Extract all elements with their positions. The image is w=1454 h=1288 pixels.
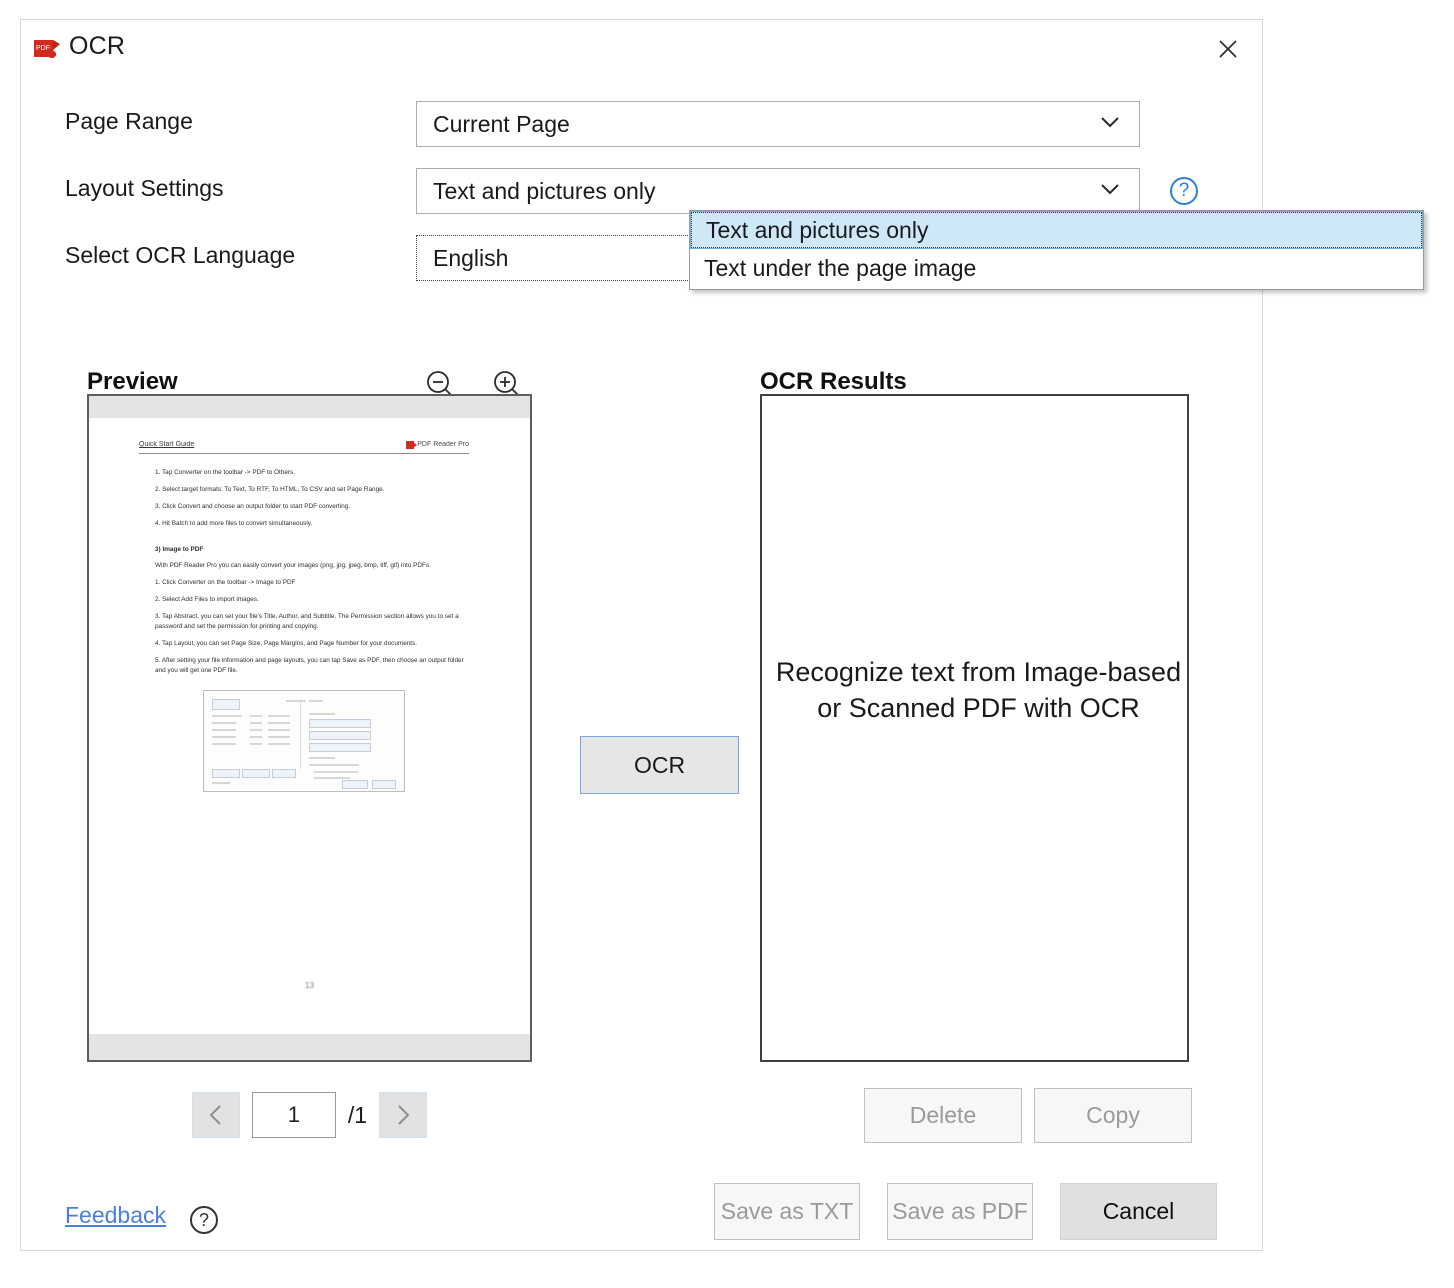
- ocr-dialog-window: PDF OCR Page Range Current Page Layout S…: [20, 19, 1263, 1251]
- page-range-dropdown[interactable]: Current Page: [416, 101, 1140, 147]
- mini-pdf-icon: [406, 441, 418, 450]
- doc-header-right-label: PDF Reader Pro: [417, 441, 469, 448]
- doc-header-right: PDF Reader Pro: [406, 440, 469, 451]
- chevron-left-icon: [209, 1105, 221, 1125]
- layout-settings-help-icon[interactable]: ?: [1170, 177, 1198, 205]
- previous-page-button[interactable]: [191, 1092, 240, 1138]
- row-page-range: Page Range Current Page: [21, 101, 1262, 147]
- doc-line: 1. Click Converter on the toolbar -> Ima…: [155, 579, 296, 587]
- save-as-pdf-button[interactable]: Save as PDF: [887, 1183, 1033, 1240]
- doc-line: 4. Tap Layout, you can set Page Size, Pa…: [155, 640, 418, 648]
- ocr-results-panel[interactable]: Recognize text from Image-based or Scann…: [760, 394, 1189, 1062]
- layout-settings-dropdown-list[interactable]: Text and pictures only Text under the pa…: [689, 210, 1424, 290]
- layout-settings-dropdown[interactable]: Text and pictures only: [416, 168, 1140, 214]
- preview-pager: 1 /1: [87, 1088, 532, 1142]
- preview-top-band: [89, 396, 530, 418]
- dialog-titlebar: PDF OCR: [21, 20, 1262, 76]
- doc-embedded-screenshot: [203, 689, 405, 792]
- doc-line: 2. Select target formats: To Text, To RT…: [155, 485, 385, 493]
- doc-header-left: Quick Start Guide: [139, 441, 195, 448]
- doc-line: 4. Hit Batch to add more files to conver…: [155, 519, 313, 527]
- page-total-label: /1: [347, 1101, 368, 1128]
- page-range-label: Page Range: [65, 108, 193, 134]
- doc-line: 3) Image to PDF: [155, 545, 204, 553]
- feedback-link[interactable]: Feedback: [65, 1202, 166, 1229]
- preview-bottom-band: [89, 1034, 530, 1060]
- dialog-title: OCR: [69, 32, 126, 60]
- svg-text:PDF: PDF: [36, 45, 50, 52]
- preview-page: Quick Start Guide PDF Reader Pro 1. Tap …: [89, 418, 530, 1034]
- row-layout-settings: Layout Settings Text and pictures only ?: [21, 168, 1262, 214]
- doc-line: 3. Click Convert and choose an output fo…: [155, 502, 351, 510]
- dropdown-option-text-and-pictures-only[interactable]: Text and pictures only: [690, 211, 1423, 249]
- copy-button[interactable]: Copy: [1034, 1088, 1192, 1143]
- close-button[interactable]: [1206, 30, 1250, 68]
- doc-header: Quick Start Guide PDF Reader Pro: [139, 440, 469, 454]
- dropdown-option-text-under-the-page-image[interactable]: Text under the page image: [690, 249, 1423, 287]
- delete-button[interactable]: Delete: [864, 1088, 1022, 1143]
- close-icon: [1219, 40, 1237, 58]
- select-ocr-language-value: English: [433, 245, 509, 271]
- doc-line: 3. Tap Abstract, you can set your file's…: [155, 613, 459, 631]
- ocr-results-placeholder: Recognize text from Image-based or Scann…: [775, 657, 1182, 724]
- doc-line: 5. After setting your file information a…: [155, 656, 464, 674]
- chevron-down-icon: [1099, 115, 1121, 129]
- preview-document-content: Quick Start Guide PDF Reader Pro 1. Tap …: [139, 440, 469, 792]
- feedback-help-icon[interactable]: ?: [190, 1206, 218, 1234]
- ocr-results-title: OCR Results: [760, 368, 907, 395]
- ocr-dialog-screen: PDF OCR Page Range Current Page Layout S…: [0, 0, 1454, 1288]
- chevron-right-icon: [398, 1105, 410, 1125]
- doc-line: With PDF Reader Pro you can easily conve…: [155, 562, 431, 570]
- run-ocr-button[interactable]: OCR: [580, 736, 739, 794]
- page-number-input[interactable]: 1: [251, 1092, 336, 1138]
- next-page-button[interactable]: [379, 1092, 428, 1138]
- page-range-value: Current Page: [433, 111, 570, 137]
- cancel-button[interactable]: Cancel: [1060, 1183, 1217, 1240]
- select-ocr-language-label: Select OCR Language: [65, 242, 296, 268]
- doc-page-number: 13: [305, 981, 314, 990]
- preview-title: Preview: [87, 368, 178, 395]
- doc-line: 1. Tap Converter on the toolbar -> PDF t…: [155, 468, 296, 476]
- layout-settings-value: Text and pictures only: [433, 178, 656, 204]
- doc-line: 2. Select Add Files to import images.: [155, 596, 259, 604]
- pdf-file-icon: PDF: [31, 33, 63, 65]
- preview-panel[interactable]: Quick Start Guide PDF Reader Pro 1. Tap …: [87, 394, 532, 1062]
- chevron-down-icon: [1099, 182, 1121, 196]
- layout-settings-label: Layout Settings: [65, 175, 224, 201]
- save-as-txt-button[interactable]: Save as TXT: [714, 1183, 860, 1240]
